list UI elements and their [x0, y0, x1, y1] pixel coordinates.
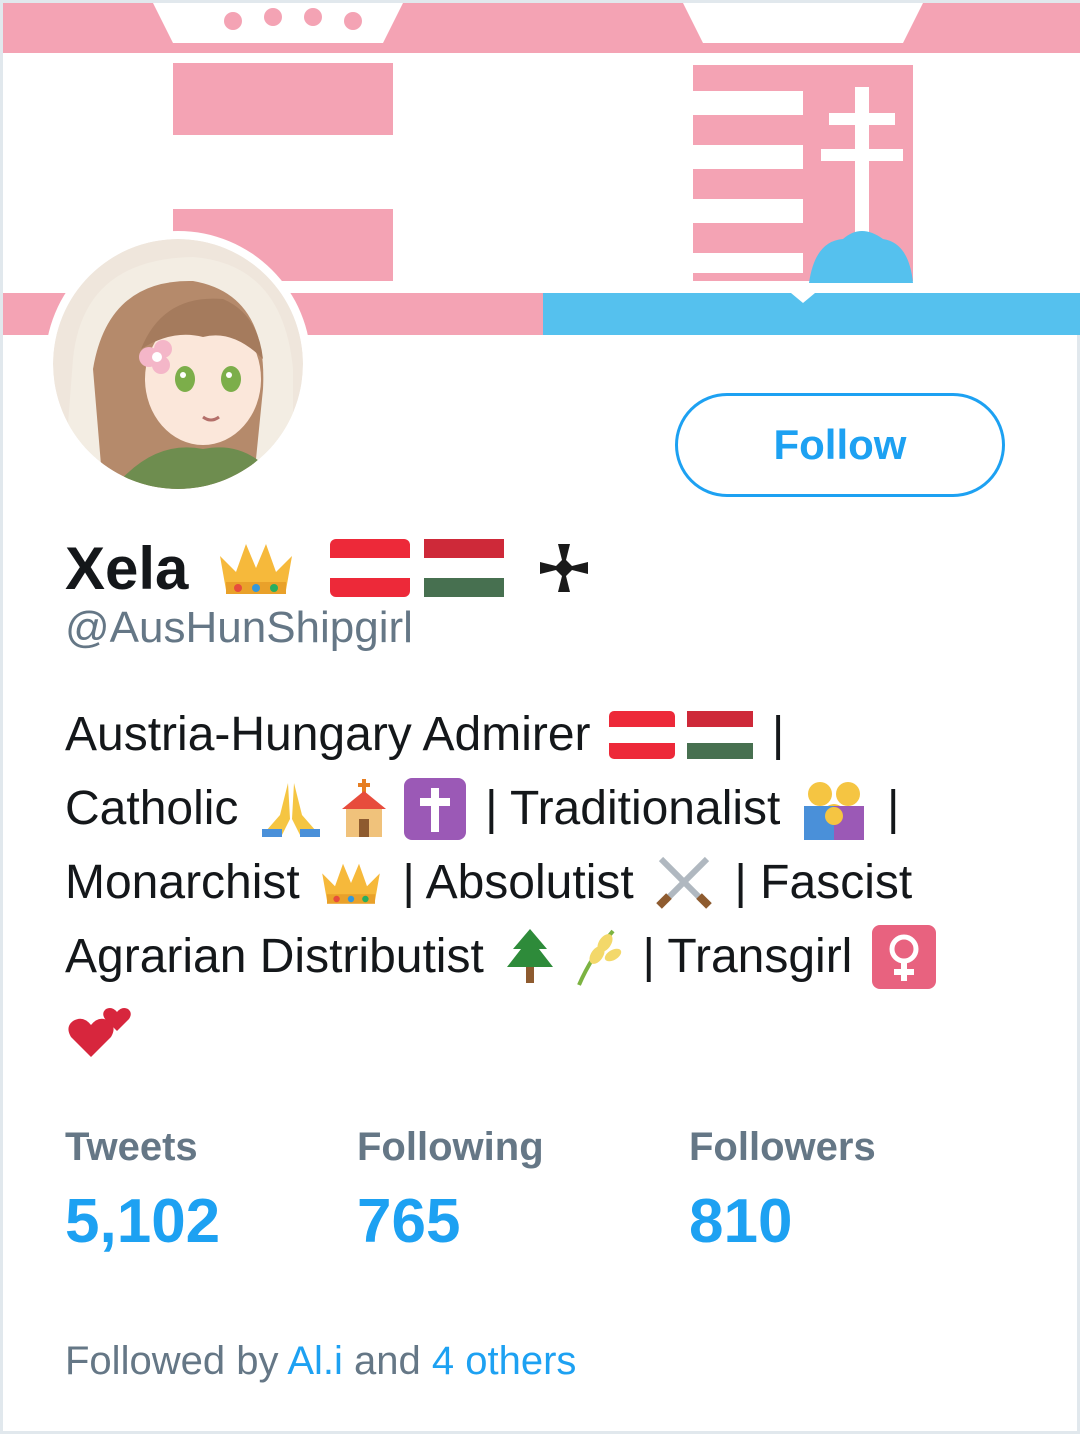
family-icon	[800, 778, 868, 840]
bio-line-3: Monarchist | Absolutist | Fascist	[65, 846, 1025, 920]
profile-stats: Tweets 5,102 Following 765 Followers 810	[65, 1125, 989, 1257]
bio-text: Monarchist	[65, 856, 314, 909]
stat-label: Tweets	[65, 1125, 198, 1169]
stat-value: 810	[689, 1187, 793, 1256]
iron-cross-icon	[538, 542, 590, 594]
latin-cross-icon	[403, 778, 466, 840]
bio-text: | Transgirl	[629, 930, 866, 983]
church-icon	[336, 779, 392, 839]
name-row: Xela	[65, 523, 596, 613]
profile-card: Follow Xela @AusHunShipgirl Austria-Hung…	[0, 0, 1080, 1434]
bio-line-2: Catholic | Traditionalist |	[65, 772, 1025, 846]
avatar-image	[53, 239, 303, 489]
bio-text: Agrarian Distributist	[65, 930, 498, 983]
bio: Austria-Hungary Admirer | Catholic | Tra…	[65, 698, 1025, 1068]
crown-icon	[216, 536, 296, 600]
followed-by: Followed by Al.i and 4 others	[65, 1339, 576, 1384]
rice-ear-icon	[569, 927, 623, 987]
followed-by-user-link[interactable]: Al.i	[287, 1339, 343, 1383]
austria-flag-icon	[330, 539, 411, 597]
bio-line-1: Austria-Hungary Admirer |	[65, 698, 1025, 772]
stat-value: 5,102	[65, 1187, 221, 1256]
crown-icon	[319, 857, 383, 909]
avatar[interactable]	[45, 231, 311, 497]
stat-value: 765	[357, 1187, 461, 1256]
bio-text: Austria-Hungary Admirer	[65, 708, 591, 761]
bio-line-4: Agrarian Distributist | Transgirl	[65, 920, 1025, 994]
bio-text: | Fascist	[721, 856, 913, 909]
bio-text: |	[758, 708, 785, 761]
two-hearts-icon	[65, 999, 135, 1063]
female-sign-icon	[871, 925, 936, 989]
stat-followers[interactable]: Followers 810	[689, 1125, 989, 1257]
praying-hands-icon	[258, 779, 324, 839]
followed-by-prefix: Followed by	[65, 1339, 288, 1383]
bio-text: | Traditionalist	[471, 782, 794, 835]
crossed-swords-icon	[653, 853, 715, 913]
austria-flag-icon	[608, 711, 675, 759]
bio-text: | Absolutist	[389, 856, 648, 909]
hungary-flag-icon	[686, 711, 753, 759]
handle: @AusHunShipgirl	[65, 603, 413, 652]
stat-label: Followers	[689, 1125, 876, 1169]
display-name: Xela	[65, 534, 189, 602]
follow-button[interactable]: Follow	[675, 393, 1005, 497]
bio-text: |	[873, 782, 900, 835]
evergreen-tree-icon	[503, 927, 557, 987]
bio-line-5	[65, 994, 1025, 1068]
hungary-flag-icon	[424, 539, 505, 597]
stat-following[interactable]: Following 765	[357, 1125, 689, 1257]
followed-by-others-link[interactable]: 4 others	[432, 1339, 577, 1383]
bio-text: Catholic	[65, 782, 252, 835]
stat-label: Following	[357, 1125, 544, 1169]
stat-tweets[interactable]: Tweets 5,102	[65, 1125, 357, 1257]
followed-by-middle: and	[342, 1339, 432, 1383]
